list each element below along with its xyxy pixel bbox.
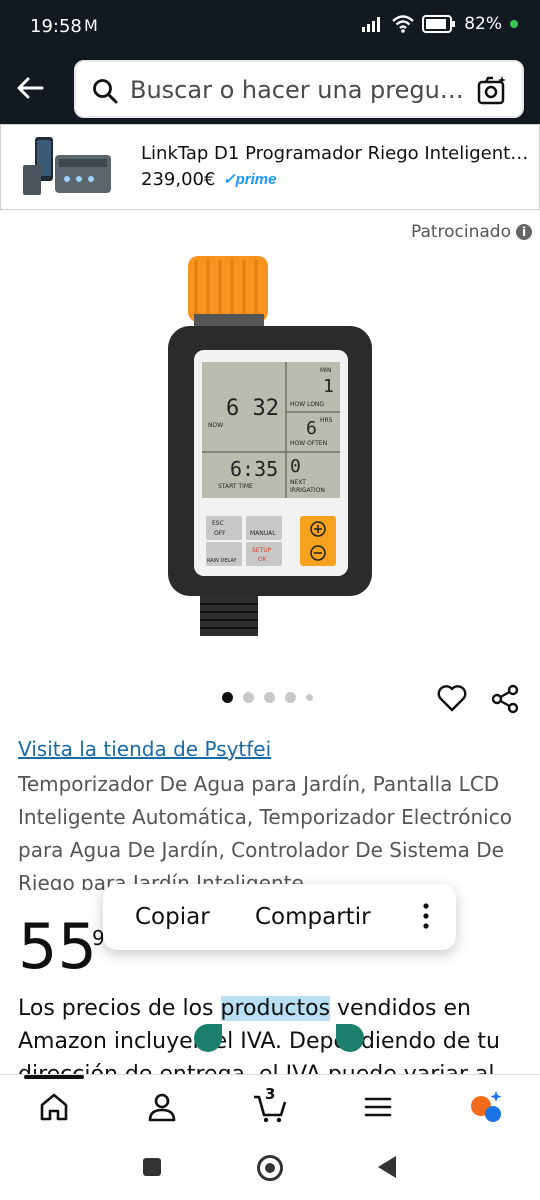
recents-button[interactable] bbox=[143, 1158, 161, 1176]
device-off-label: OFF bbox=[214, 530, 226, 537]
sponsored-product-title[interactable]: LinkTap D1 Programador Riego Inteligente… bbox=[141, 143, 531, 164]
status-bar: 19:58 M 82% bbox=[0, 0, 540, 54]
carousel-dot[interactable] bbox=[222, 692, 233, 703]
cart-button[interactable]: 3 bbox=[252, 1085, 288, 1125]
active-tab-indicator bbox=[24, 1075, 84, 1079]
back-arrow-icon[interactable] bbox=[12, 70, 48, 106]
device-ok-label: OK bbox=[258, 556, 268, 563]
back-button[interactable] bbox=[378, 1156, 396, 1178]
status-time: 19:58 bbox=[30, 16, 82, 37]
sponsored-label[interactable]: Patrocinado i bbox=[411, 222, 532, 242]
carousel-dot[interactable] bbox=[243, 692, 254, 703]
sponsored-product-price: 239,00€ bbox=[141, 169, 216, 190]
selection-handle-end[interactable] bbox=[336, 1024, 364, 1052]
sponsored-label-text: Patrocinado bbox=[410, 222, 511, 242]
cart-count: 3 bbox=[265, 1085, 276, 1103]
lcd-now-label: NOW bbox=[208, 422, 223, 429]
price-whole: 55 bbox=[18, 910, 97, 983]
image-carousel-indicator[interactable] bbox=[222, 692, 313, 703]
sponsored-product-thumbnail bbox=[23, 137, 111, 195]
mail-icon: M bbox=[84, 16, 98, 35]
carousel-dot[interactable] bbox=[285, 692, 296, 703]
account-icon[interactable] bbox=[144, 1089, 180, 1125]
device-manual-label: MANUAL bbox=[250, 530, 276, 537]
menu-icon[interactable] bbox=[360, 1089, 396, 1125]
search-icon bbox=[93, 79, 118, 104]
lcd-next-label: NEXT bbox=[290, 479, 306, 486]
signal-icon bbox=[362, 17, 381, 32]
store-link[interactable]: Visita la tienda de Psytfei bbox=[18, 737, 271, 761]
device-rain-delay-label: RAIN DELAY bbox=[207, 558, 237, 564]
heart-icon[interactable] bbox=[437, 684, 467, 712]
rufus-assistant-icon[interactable] bbox=[468, 1089, 504, 1125]
device-esc-label: ESC bbox=[212, 520, 224, 527]
sponsored-product-card[interactable]: LinkTap D1 Programador Riego Inteligente… bbox=[0, 124, 540, 210]
prime-badge: ✓prime bbox=[223, 171, 277, 188]
status-right: 82% bbox=[362, 14, 518, 34]
lcd-irrigation-label: IRRIGATION bbox=[290, 487, 325, 494]
lcd-how-long-value: 1 bbox=[323, 376, 334, 397]
lcd-how-long-label: HOW LONG bbox=[290, 401, 324, 408]
search-header: Buscar o hacer una pregu… bbox=[0, 54, 540, 124]
battery-percent: 82% bbox=[464, 14, 502, 34]
home-icon[interactable] bbox=[36, 1089, 72, 1125]
active-indicator-dot bbox=[510, 20, 518, 28]
lcd-how-often-label: HOW OFTEN bbox=[290, 440, 327, 447]
share-icon[interactable] bbox=[490, 684, 520, 714]
selected-text[interactable]: productos bbox=[220, 996, 331, 1021]
lcd-start-time-value: 6:35 bbox=[230, 457, 278, 481]
more-options-icon[interactable] bbox=[422, 902, 430, 930]
selection-handle-start[interactable] bbox=[194, 1024, 222, 1052]
text-selection-menu: Copiar Compartir bbox=[103, 884, 456, 950]
product-image[interactable]: 6 32 NOW MIN 1 HOW LONG HRS 6 HOW OFTEN … bbox=[160, 252, 380, 644]
search-input[interactable]: Buscar o hacer una pregu… bbox=[130, 76, 464, 104]
search-box[interactable]: Buscar o hacer una pregu… bbox=[74, 60, 524, 118]
vat-text-before: Los precios de los bbox=[18, 996, 221, 1021]
device-setup-label: SETUP bbox=[252, 547, 272, 554]
carousel-dot[interactable] bbox=[306, 694, 313, 701]
battery-icon bbox=[422, 15, 456, 33]
vat-notice: Los precios de los productos vendidos en… bbox=[18, 992, 523, 1074]
copy-button[interactable]: Copiar bbox=[135, 904, 210, 930]
info-icon[interactable]: i bbox=[516, 224, 532, 240]
lcd-next-value: 0 bbox=[290, 456, 301, 477]
lcd-hrs-label: HRS bbox=[320, 417, 333, 424]
prime-label: prime bbox=[235, 171, 277, 188]
lcd-now-time: 6 32 bbox=[226, 396, 279, 421]
home-button[interactable] bbox=[257, 1155, 283, 1181]
system-navigation-bar bbox=[0, 1140, 540, 1200]
wifi-icon bbox=[392, 15, 415, 33]
share-button[interactable]: Compartir bbox=[255, 904, 371, 930]
product-title: Temporizador De Agua para Jardín, Pantal… bbox=[18, 772, 512, 890]
bottom-navigation: 3 bbox=[0, 1074, 540, 1140]
carousel-dot[interactable] bbox=[264, 692, 275, 703]
lcd-start-time-label: START TIME bbox=[218, 483, 253, 490]
camera-search-icon[interactable] bbox=[476, 75, 508, 107]
lcd-how-often-value: 6 bbox=[306, 418, 317, 439]
lcd-min-label: MIN bbox=[320, 367, 331, 374]
